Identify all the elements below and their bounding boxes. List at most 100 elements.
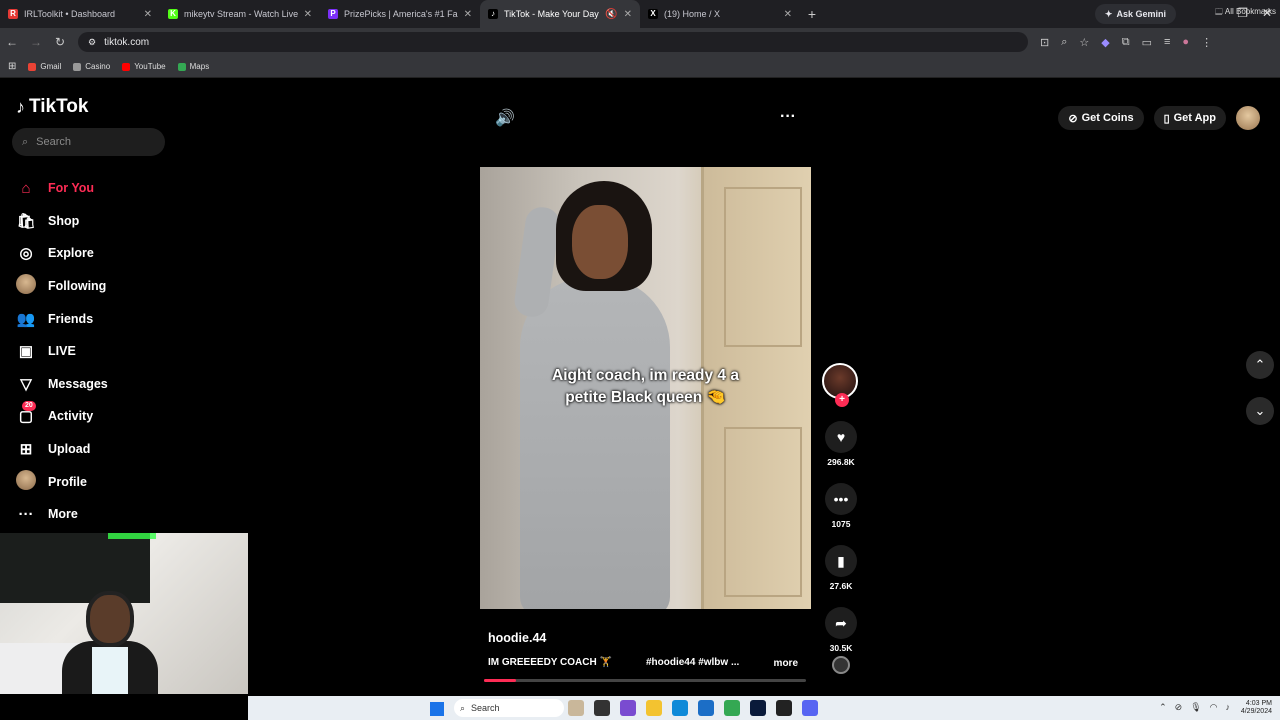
sidebar-item-activity[interactable]: ▢ 20 Activity bbox=[16, 400, 108, 433]
tiktok-logo[interactable]: ♪ TikTok bbox=[16, 96, 88, 118]
wifi-icon[interactable]: ◠ bbox=[1210, 702, 1218, 713]
get-coins-button[interactable]: ⊘ Get Coins bbox=[1058, 106, 1144, 130]
tab-close-icon[interactable]: ✕ bbox=[784, 9, 792, 20]
chevron-up-icon[interactable]: ⌃ bbox=[1246, 351, 1274, 379]
obs-icon[interactable] bbox=[776, 700, 792, 716]
coin-icon: ⊘ bbox=[1068, 112, 1078, 125]
bookmark-maps[interactable]: Maps bbox=[177, 62, 209, 71]
new-tab-button[interactable]: + bbox=[800, 6, 824, 22]
edge-icon[interactable] bbox=[672, 700, 688, 716]
clock[interactable]: 4:03 PM 4/29/2024 bbox=[1241, 700, 1272, 716]
progress-fill bbox=[484, 679, 517, 682]
sidebar-item-for-you[interactable]: ⌂ For You bbox=[16, 172, 108, 205]
browser-tab[interactable]: R IRLToolkit • Dashboard ✕ bbox=[0, 0, 160, 28]
bookmark-favicon-icon bbox=[122, 62, 131, 71]
more-options-icon[interactable]: ··· bbox=[780, 108, 796, 126]
store-icon[interactable] bbox=[698, 700, 714, 716]
url-field[interactable]: ⚙ tiktok.com bbox=[78, 32, 1028, 52]
user-avatar[interactable] bbox=[1236, 106, 1260, 130]
tab-close-icon[interactable]: ✕ bbox=[144, 9, 152, 20]
sidebar-item-shop[interactable]: 🛍 Shop bbox=[16, 205, 108, 238]
menu-lines-icon[interactable]: ≡ bbox=[1164, 36, 1170, 49]
upload-icon: ⊞ bbox=[19, 441, 33, 459]
chevron-down-icon[interactable]: ⌄ bbox=[1246, 397, 1274, 425]
mic-icon[interactable]: 🎙 bbox=[1190, 702, 1201, 713]
reload-icon[interactable]: ↻ bbox=[48, 35, 72, 49]
all-bookmarks-button[interactable]: 🗀 All Bookmarks bbox=[1215, 6, 1276, 20]
author-name[interactable]: hoodie.44 bbox=[488, 631, 808, 645]
sidebar-item-more[interactable]: ··· More bbox=[16, 498, 108, 531]
site-info-icon[interactable]: ⚙ bbox=[88, 37, 96, 48]
sidebar-item-upload[interactable]: ⊞ Upload bbox=[16, 433, 108, 466]
tab-title: mikeytv Stream - Watch Live o bbox=[184, 9, 298, 19]
volume-icon[interactable]: 🔊 bbox=[495, 108, 515, 128]
zoom-icon[interactable]: ⌕ bbox=[1061, 36, 1067, 49]
bookmark-favicon-icon bbox=[73, 62, 82, 71]
sidebar-item-label: More bbox=[48, 507, 78, 522]
tray-chevron-icon[interactable]: ⌃ bbox=[1159, 702, 1167, 713]
windows-start-icon[interactable] bbox=[430, 702, 444, 716]
hashtags[interactable]: #hoodie44 #wlbw ... bbox=[646, 657, 739, 668]
browser-tab[interactable]: X (19) Home / X ✕ bbox=[640, 0, 800, 28]
apps-grid-icon[interactable]: ⊞ bbox=[8, 61, 16, 72]
sidebar-item-following[interactable]: Following bbox=[16, 270, 108, 303]
get-app-button[interactable]: ▯ Get App bbox=[1153, 106, 1226, 130]
follow-plus-icon[interactable]: + bbox=[835, 393, 849, 407]
explorer-icon[interactable] bbox=[646, 700, 662, 716]
share-action[interactable]: ➦ 30.5K bbox=[822, 607, 860, 653]
tab-title: (19) Home / X bbox=[664, 9, 721, 19]
browser-tab-bar: R IRLToolkit • Dashboard ✕ K mikeytv Stre… bbox=[0, 0, 1280, 28]
widget-icon[interactable] bbox=[568, 700, 584, 716]
tab-favicon-icon: K bbox=[168, 9, 178, 19]
sidebar-item-explore[interactable]: ◎ Explore bbox=[16, 237, 108, 270]
tab-close-icon[interactable]: ✕ bbox=[464, 9, 472, 20]
bookmark-casino[interactable]: Casino bbox=[73, 62, 110, 71]
music-disc-icon[interactable] bbox=[832, 656, 850, 674]
like-action[interactable]: ♥ 296.8K bbox=[822, 421, 860, 467]
tab-title: TikTok - Make Your Day bbox=[504, 9, 599, 19]
browser-tab[interactable]: K mikeytv Stream - Watch Live o ✕ bbox=[160, 0, 320, 28]
video-description: IM GREEEEDY COACH 🏋 bbox=[488, 657, 612, 668]
copilot-icon[interactable] bbox=[620, 700, 636, 716]
sidebar-item-messages[interactable]: ▽ Messages bbox=[16, 368, 108, 401]
puzzle-icon[interactable]: ⧉ bbox=[1122, 36, 1130, 49]
bookmark-gmail[interactable]: Gmail bbox=[28, 62, 61, 71]
tab-close-icon[interactable]: ✕ bbox=[624, 9, 632, 20]
comment-action[interactable]: ••• 1075 bbox=[822, 483, 860, 529]
sidebar-item-profile[interactable]: Profile bbox=[16, 465, 108, 498]
bookmark-star-icon[interactable]: ☆ bbox=[1079, 36, 1089, 49]
browser-tab[interactable]: ♪ TikTok - Make Your Day 🔇 ✕ bbox=[480, 0, 640, 28]
taskview-icon[interactable] bbox=[594, 700, 610, 716]
ask-gemini-button[interactable]: ✦ Ask Gemini bbox=[1094, 4, 1176, 24]
video-progress-bar[interactable] bbox=[484, 679, 806, 682]
system-tray: ⌃ ⊘ 🎙 ◠ ♪ bbox=[1159, 702, 1230, 713]
sidebar-item-label: LIVE bbox=[48, 344, 76, 359]
tab-close-icon[interactable]: ✕ bbox=[304, 9, 312, 20]
save-action[interactable]: ▮ 27.6K bbox=[822, 545, 860, 591]
sidebar-item-friends[interactable]: 👥 Friends bbox=[16, 302, 108, 335]
video-player[interactable]: Aight coach, im ready 4 a petite Black q… bbox=[480, 167, 811, 609]
sidepanel-icon[interactable]: ▭ bbox=[1142, 36, 1152, 49]
video-meta: hoodie.44 IM GREEEEDY COACH 🏋 #hoodie44 … bbox=[488, 631, 808, 669]
sidebar-item-live[interactable]: ▣ LIVE bbox=[16, 335, 108, 368]
search-input[interactable]: ⌕ Search bbox=[12, 128, 165, 156]
kebab-menu-icon[interactable]: ⋮ bbox=[1201, 36, 1212, 49]
tab-audio-icon[interactable]: 🔇 bbox=[605, 9, 617, 20]
more-link[interactable]: more bbox=[774, 658, 798, 669]
forward-icon[interactable]: → bbox=[24, 35, 48, 49]
back-icon[interactable]: ← bbox=[0, 35, 24, 49]
creator-avatar[interactable]: + bbox=[822, 363, 858, 407]
profile-icon[interactable]: ● bbox=[1182, 36, 1189, 49]
speaker-icon[interactable]: ♪ bbox=[1226, 702, 1231, 713]
tray-app-icon[interactable]: ⊘ bbox=[1175, 702, 1183, 713]
photoshop-icon[interactable] bbox=[750, 700, 766, 716]
discord-icon[interactable] bbox=[802, 700, 818, 716]
install-icon[interactable]: ⊡ bbox=[1040, 36, 1049, 49]
bookmark-youtube[interactable]: YouTube bbox=[122, 62, 166, 71]
sidebar-item-label: Activity bbox=[48, 409, 94, 424]
chrome-icon[interactable] bbox=[724, 700, 740, 716]
extension-icon[interactable]: ◆ bbox=[1101, 36, 1109, 49]
tab-favicon-icon: ♪ bbox=[488, 9, 498, 19]
taskbar-search[interactable]: ⌕ Search bbox=[454, 699, 564, 717]
browser-tab[interactable]: P PrizePicks | America's #1 Fanta ✕ bbox=[320, 0, 480, 28]
